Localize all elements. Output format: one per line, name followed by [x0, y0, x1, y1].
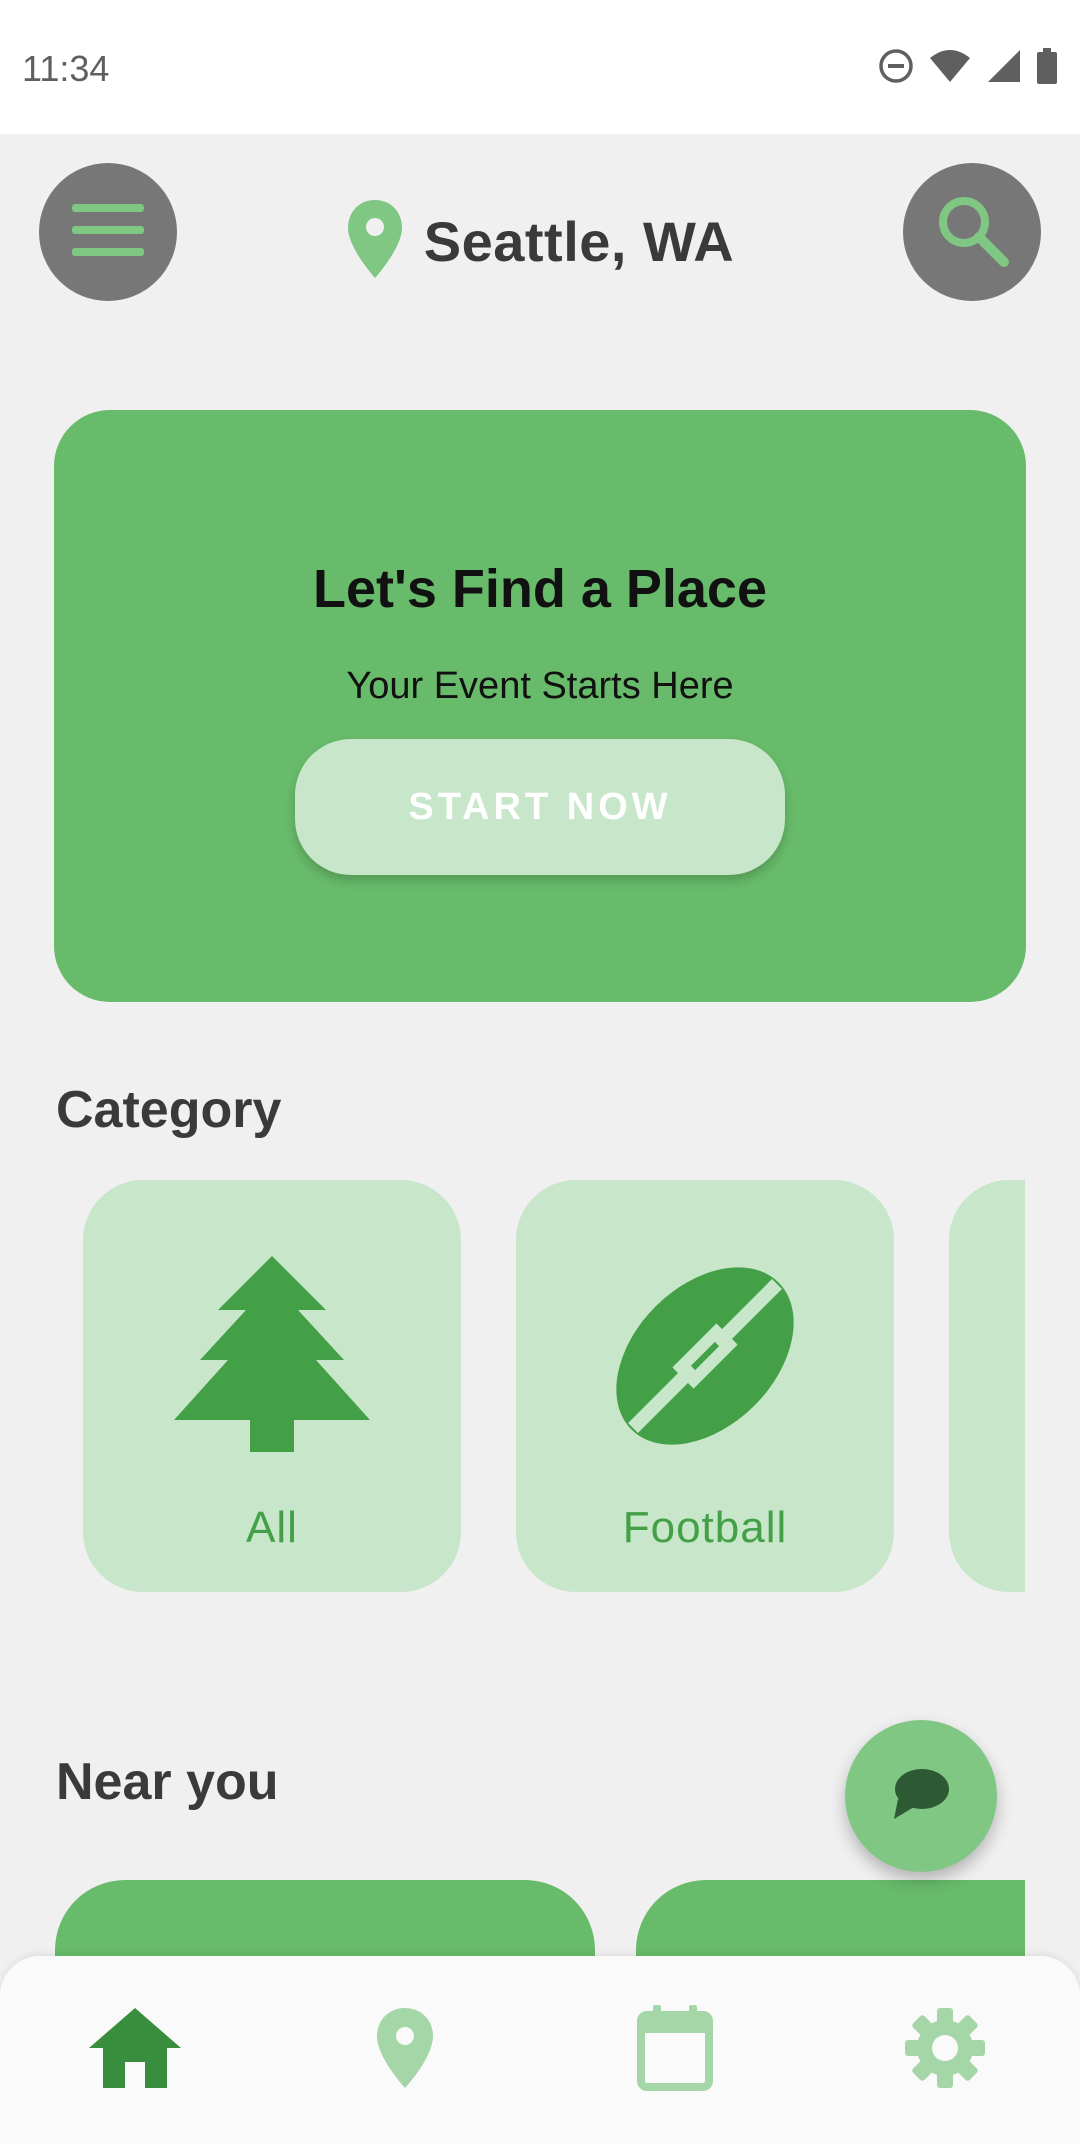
category-card-partial[interactable]: [949, 1180, 1025, 1592]
category-card-all[interactable]: All: [83, 1180, 461, 1592]
gear-icon: [903, 2006, 987, 2095]
nav-home[interactable]: [0, 1956, 270, 2144]
nav-location[interactable]: [270, 1956, 540, 2144]
home-icon: [87, 2006, 183, 2095]
bottom-nav: [0, 1956, 1080, 2144]
status-icons: [878, 44, 1058, 92]
location-pin-icon: [375, 2006, 435, 2095]
status-bar: 11:34: [0, 0, 1080, 134]
start-now-button[interactable]: START NOW: [295, 739, 785, 875]
calendar-icon: [637, 2004, 713, 2096]
status-time: 11:34: [22, 48, 110, 89]
location-pin-icon: [346, 198, 404, 285]
search-button[interactable]: [903, 163, 1041, 301]
battery-icon: [1036, 47, 1058, 89]
nav-settings[interactable]: [810, 1956, 1080, 2144]
football-icon: [605, 1256, 805, 1461]
search-icon: [934, 192, 1010, 273]
hero-subtitle: Your Event Starts Here: [346, 665, 734, 707]
category-card-football[interactable]: Football: [516, 1180, 894, 1592]
category-label: Football: [622, 1503, 788, 1552]
chat-icon: [892, 1767, 950, 1826]
category-title: Category: [56, 1081, 282, 1139]
near-you-title: Near you: [56, 1753, 279, 1811]
hero-card: Let's Find a Place Your Event Starts Her…: [54, 410, 1026, 1002]
tree-icon: [174, 1256, 370, 1461]
category-label: All: [246, 1503, 298, 1552]
chat-button[interactable]: [845, 1720, 997, 1872]
wifi-icon: [928, 48, 972, 89]
signal-icon: [986, 48, 1022, 89]
location-label: Seattle, WA: [423, 209, 735, 273]
do-not-disturb-icon: [878, 48, 914, 89]
nav-calendar[interactable]: [540, 1956, 810, 2144]
hero-title: Let's Find a Place: [313, 559, 767, 619]
